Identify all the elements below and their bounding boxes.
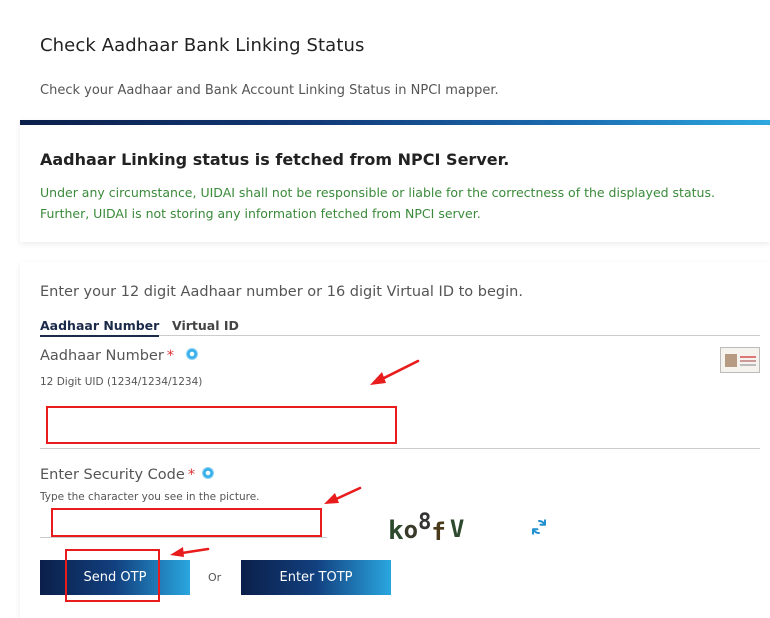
- page-title: Check Aadhaar Bank Linking Status: [40, 35, 365, 56]
- form-card: Enter your 12 digit Aadhaar number or 16…: [20, 262, 770, 618]
- aadhaar-number-input[interactable]: [40, 407, 760, 449]
- notice-title: Aadhaar Linking status is fetched from N…: [40, 150, 510, 169]
- aadhaar-card-icon: [720, 347, 760, 373]
- notice-text: Under any circumstance, UIDAI shall not …: [40, 182, 740, 224]
- captcha-char: 8: [418, 510, 432, 535]
- page-subtitle: Check your Aadhaar and Bank Account Link…: [40, 83, 499, 98]
- form-intro: Enter your 12 digit Aadhaar number or 16…: [40, 284, 523, 300]
- captcha-image: ko8f V: [388, 510, 465, 548]
- aadhaar-number-hint: 12 Digit UID (1234/1234/1234): [40, 376, 203, 388]
- notice-line-2: Further, UIDAI is not storing any inform…: [40, 206, 481, 221]
- id-type-tabs: Aadhaar Number Virtual ID: [40, 318, 760, 337]
- tab-virtual-id[interactable]: Virtual ID: [172, 318, 239, 335]
- captcha-char: o: [403, 516, 419, 544]
- enter-totp-button[interactable]: Enter TOTP: [241, 560, 391, 595]
- security-code-input[interactable]: [40, 510, 327, 538]
- info-icon[interactable]: [202, 467, 214, 479]
- aadhaar-number-label-text: Aadhaar Number: [40, 348, 164, 364]
- refresh-icon[interactable]: [530, 518, 548, 536]
- notice-card: Aadhaar Linking status is fetched from N…: [20, 120, 770, 242]
- tab-aadhaar-number[interactable]: Aadhaar Number: [40, 318, 160, 337]
- notice-line-1: Under any circumstance, UIDAI shall not …: [40, 185, 715, 200]
- captcha-char: k: [388, 516, 404, 546]
- required-mark: *: [187, 467, 196, 483]
- captcha-char: V: [449, 515, 465, 543]
- captcha-char: f: [431, 518, 446, 546]
- security-code-label-text: Enter Security Code: [40, 467, 185, 483]
- required-mark: *: [166, 348, 175, 364]
- aadhaar-number-label: Aadhaar Number *: [40, 348, 174, 364]
- info-icon[interactable]: [186, 348, 198, 360]
- security-code-label: Enter Security Code *: [40, 467, 195, 483]
- or-separator: Or: [208, 571, 222, 584]
- security-code-hint: Type the character you see in the pictur…: [40, 491, 260, 503]
- send-otp-button[interactable]: Send OTP: [40, 560, 190, 595]
